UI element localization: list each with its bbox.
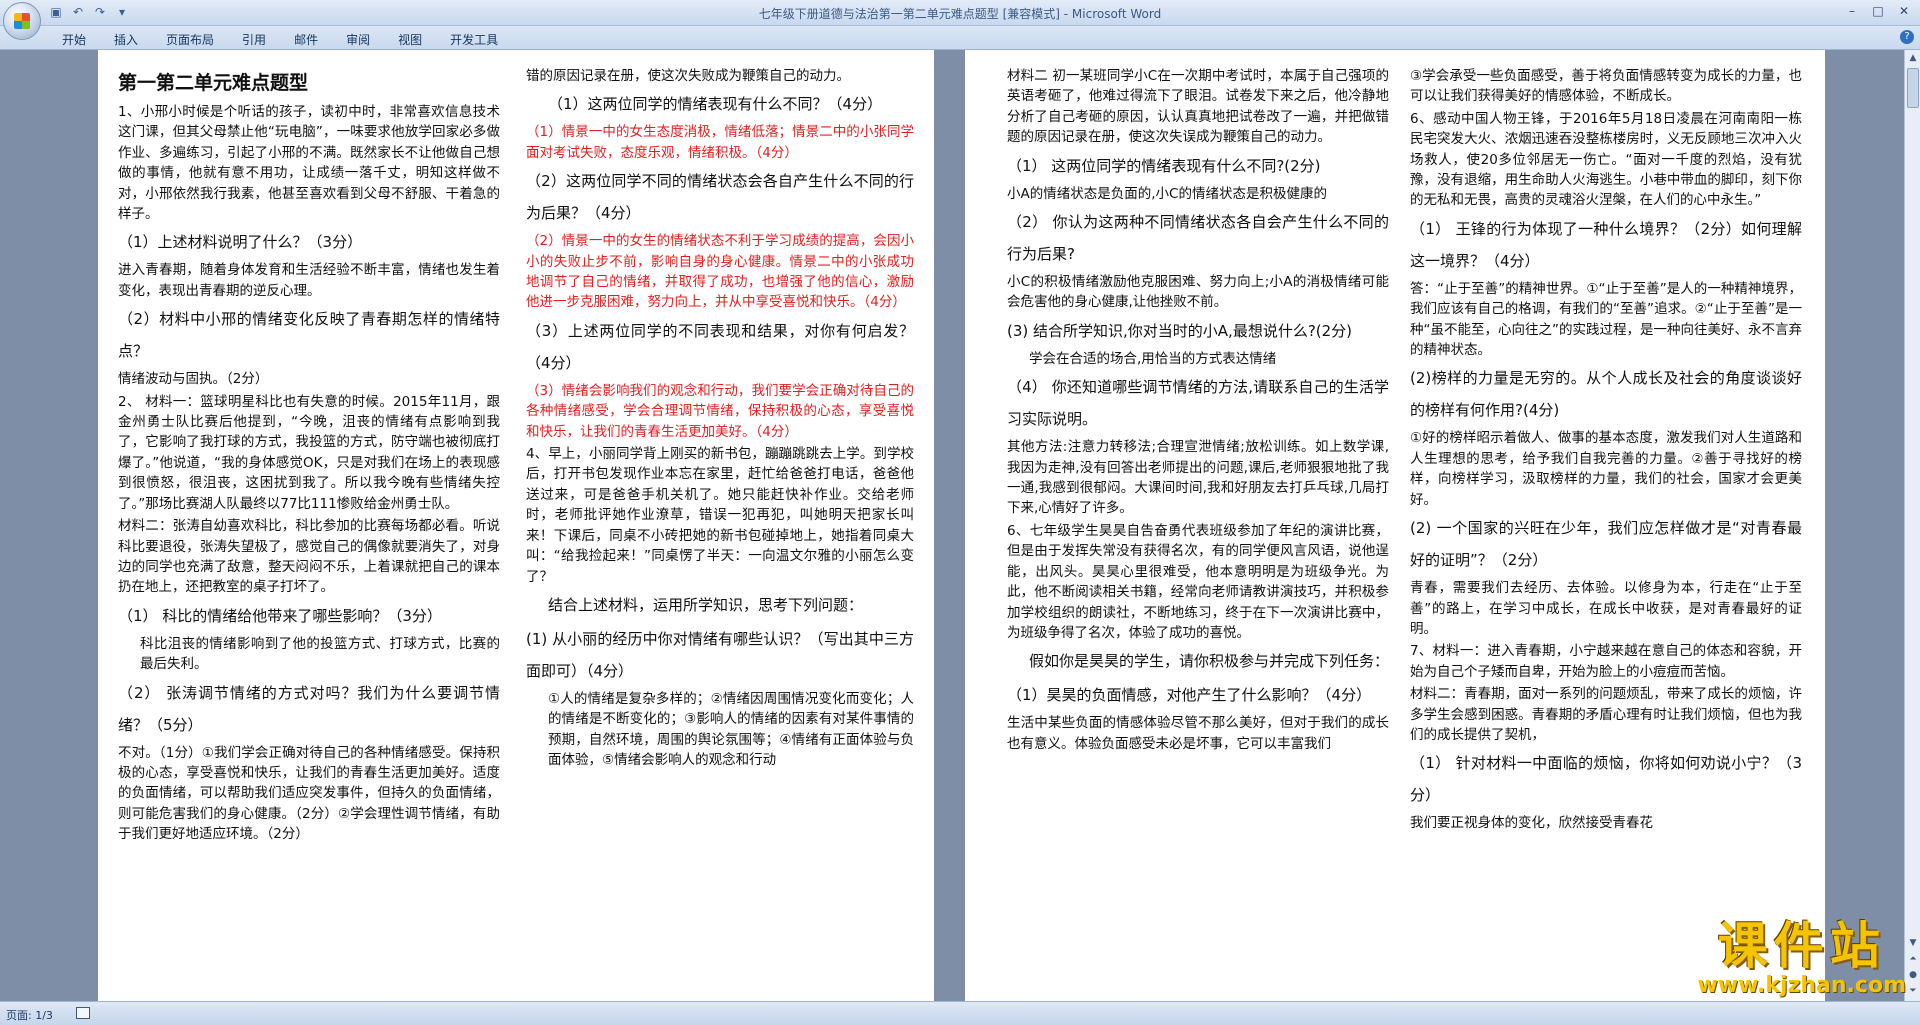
text-paragraph: 不对。（1分）①我们学会正确对待自己的各种情绪感受。保持积极的心态，享受喜悦和快… — [118, 744, 500, 843]
watermark-text: 课件站 — [1717, 917, 1886, 975]
text-paragraph: 材料二 初一某班同学小C在一次期中考试时，本属于自己强项的英语考砸了，他难过得流… — [1007, 68, 1389, 146]
text-paragraph: 4、早上，小丽同学背上刚买的新书包，蹦蹦跳跳去上学。到学校后，打开书包发现作业本… — [526, 446, 914, 585]
text-paragraph: ③学会承受一些负面感受，善于将负面情感转变为成长的力量，也可以让我们获得美好的情… — [1410, 68, 1802, 105]
watermark-url: www.kjzhan.com — [1697, 973, 1906, 998]
scroll-down-icon[interactable]: ▼ — [1905, 935, 1920, 951]
ribbon-tab[interactable]: 邮件 — [280, 29, 332, 50]
question-paragraph: 假如你是昊昊的学生，请你积极参与并完成下列任务： — [1029, 652, 1390, 671]
document-heading: 第一第二单元难点题型 — [118, 72, 309, 94]
text-paragraph: 1、小邢小时候是个听话的孩子，读初中时，非常喜欢信息技术这门课，但其父母禁止他“… — [118, 104, 500, 223]
window-title: 七年级下册道德与法治第一第二单元难点题型 [兼容模式] - Microsoft … — [758, 7, 1162, 21]
ribbon-tab-bar: 开始 插入 页面布局 引用 邮件 审阅 视图 开发工具 ? — [0, 26, 1920, 50]
next-page-icon[interactable]: ⏷ — [1905, 983, 1920, 999]
scroll-up-icon[interactable]: ▲ — [1905, 50, 1920, 66]
question-paragraph: （1） 这两位同学的情绪表现有什么不同?(2分) — [1007, 156, 1321, 175]
maximize-icon[interactable]: □ — [1866, 2, 1890, 20]
page2-column-2: ③学会承受一些负面感受，善于将负面情感转变为成长的力量，也可以让我们获得美好的情… — [1410, 66, 1802, 836]
question-paragraph: （1）这两位同学的情绪表现有什么不同？（4分） — [548, 95, 883, 114]
ribbon-tab[interactable]: 开始 — [48, 29, 100, 50]
question-paragraph: (2)榜样的力量是无穷的。从个人成长及社会的角度谈谈好的榜样有何作用?(4分) — [1410, 369, 1802, 420]
text-paragraph: 小C的积极情绪激励他克服困难、努力向上;小A的消极情绪可能会危害他的身心健康,让… — [1007, 274, 1389, 311]
vertical-scrollbar[interactable]: ▲ ▼ ⏶ ● ⏷ — [1904, 50, 1920, 1001]
text-paragraph: 青春，需要我们去经历、去体验。以修身为本，行走在“止于至善”的路上，在学习中成长… — [1410, 580, 1802, 637]
text-paragraph: 错的原因记录在册，使这次失败成为鞭策自己的动力。 — [526, 68, 850, 84]
question-paragraph: （3）上述两位同学的不同表现和结果，对你有何启发？（4分） — [526, 321, 914, 372]
question-paragraph: （2） 你认为这两种不同情绪状态各自会产生什么不同的行为后果? — [1007, 213, 1389, 264]
page1-column-2: 错的原因记录在册，使这次失败成为鞭策自己的动力。 （1）这两位同学的情绪表现有什么… — [526, 66, 914, 773]
scroll-thumb[interactable] — [1907, 68, 1919, 108]
question-paragraph: （1） 王锋的行为体现了一种什么境界？（2分）如何理解这一境界？（4分） — [1410, 219, 1802, 270]
ribbon-tab[interactable]: 开发工具 — [436, 29, 512, 50]
question-paragraph: （1）上述材料说明了什么？（3分） — [118, 233, 363, 252]
office-logo-icon — [14, 13, 30, 29]
text-paragraph: 材料二：青春期，面对一系列的问题烦乱，带来了成长的烦恼，许多学生会感到困惑。青春… — [1410, 686, 1802, 743]
ribbon-tab[interactable]: 插入 — [100, 29, 152, 50]
text-paragraph: 答：“止于至善”的精神世界。①“止于至善”是人的一种精神境界，我们应该有自己的格… — [1410, 280, 1802, 359]
page2-column-1: 材料二 初一某班同学小C在一次期中考试时，本属于自己强项的英语考砸了，他难过得流… — [1007, 66, 1389, 756]
text-paragraph: 学会在合适的场合,用恰当的方式表达情绪 — [1029, 350, 1277, 367]
question-paragraph: （4） 你还知道哪些调节情绪的方法,请联系自己的生活学习实际说明。 — [1007, 378, 1389, 429]
text-paragraph: 6、感动中国人物王锋，于2016年5月18日凌晨在河南南阳一栋民宅突发大火、浓烟… — [1410, 110, 1802, 209]
question-paragraph: （1） 科比的情绪给他带来了哪些影响？（3分） — [118, 606, 442, 625]
question-paragraph: （2） 张涛调节情绪的方式对吗？我们为什么要调节情绪？（5分） — [118, 683, 500, 734]
question-paragraph: （1）昊昊的负面情感，对他产生了什么影响？（4分） — [1007, 686, 1372, 705]
watermark: 课件站 www.kjzhan.com — [1697, 918, 1906, 998]
browse-object-icon[interactable]: ● — [1905, 967, 1920, 983]
question-paragraph: 结合上述材料，运用所学知识，思考下列问题： — [548, 595, 864, 614]
text-paragraph: ①人的情绪是复杂多样的；②情绪因周围情况变化而变化；人的情绪是不断变化的；③影响… — [548, 690, 914, 769]
ribbon-tab[interactable]: 页面布局 — [152, 29, 228, 50]
help-icon[interactable]: ? — [1900, 30, 1914, 44]
text-paragraph: 进入青春期，随着身体发育和生活经验不断丰富，情绪也发生着变化，表现出青春期的逆反… — [118, 262, 500, 299]
ribbon-tabs: 开始 插入 页面布局 引用 邮件 审阅 视图 开发工具 — [48, 29, 512, 50]
text-paragraph: 其他方法:注意力转移法;合理宣泄情绪;放松训练。如上数学课,我因为走神,没有回答… — [1007, 439, 1389, 517]
text-paragraph: 小A的情绪状态是负面的,小C的情绪状态是积极健康的 — [1007, 185, 1327, 202]
office-button[interactable] — [3, 2, 41, 40]
document-page-1: 第一第二单元难点题型 1、小邢小时候是个听话的孩子，读初中时，非常喜欢信息技术这门… — [98, 50, 934, 1001]
text-paragraph: （3）情绪会影响我们的观念和行动，我们要学会正确对待自己的各种情绪感受，学会合理… — [526, 382, 914, 440]
question-paragraph: (2) 一个国家的兴旺在少年，我们应怎样做才是“对青春最好的证明”？（2分） — [1410, 519, 1802, 570]
ribbon-tab[interactable]: 引用 — [228, 29, 280, 50]
minimize-icon[interactable]: – — [1840, 2, 1864, 20]
text-paragraph: 2、 材料一：篮球明星科比也有失意的时候。2015年11月，跟金州勇士队比赛后他… — [118, 393, 500, 512]
question-paragraph: （2）材料中小邢的情绪变化反映了青春期怎样的情绪特点？ — [118, 310, 500, 361]
document-area[interactable]: 第一第二单元难点题型 1、小邢小时候是个听话的孩子，读初中时，非常喜欢信息技术这门… — [0, 50, 1904, 1001]
text-paragraph: 生活中某些负面的情感体验尽管不那么美好，但对于我们的成长也有意义。体验负面感受未… — [1007, 715, 1389, 752]
page-indicator[interactable]: 页面: 1/3 — [6, 1007, 53, 1023]
text-paragraph: 科比沮丧的情绪影响到了他的投篮方式、打球方式，比赛的最后失利。 — [140, 635, 500, 673]
window-controls: – □ ✕ — [1840, 2, 1916, 20]
ribbon-tab[interactable]: 视图 — [384, 29, 436, 50]
question-paragraph: （2）这两位同学不同的情绪状态会各自产生什么不同的行为后果？（4分） — [526, 172, 914, 223]
text-paragraph: 7、材料一：进入青春期，小宁越来越在意自己的体态和容貌，开始为自己个子矮而自卑，… — [1410, 643, 1802, 680]
text-paragraph: （2）情景一中的女生的情绪状态不利于学习成绩的提高，会因小小的失败止步不前，影响… — [526, 233, 914, 311]
text-paragraph: 6、七年级学生昊昊自告奋勇代表班级参加了年纪的演讲比赛，但是由于发挥失常没有获得… — [1007, 522, 1389, 641]
page1-column-1: 第一第二单元难点题型 1、小邢小时候是个听话的孩子，读初中时，非常喜欢信息技术这门… — [118, 66, 500, 847]
ribbon-tab[interactable]: 审阅 — [332, 29, 384, 50]
text-paragraph: ①好的榜样昭示着做人、做事的基本态度，激发我们对人生道路和人生理想的思考，给予我… — [1410, 430, 1802, 508]
document-page-2: 材料二 初一某班同学小C在一次期中考试时，本属于自己强项的英语考砸了，他难过得流… — [965, 50, 1825, 1001]
close-icon[interactable]: ✕ — [1892, 2, 1916, 20]
proofing-icon[interactable] — [76, 1007, 90, 1019]
question-paragraph: (1) 从小丽的经历中你对情绪有哪些认识？（写出其中三方面即可）（4分） — [526, 629, 914, 680]
text-paragraph: 材料二：张涛自幼喜欢科比，科比参加的比赛每场都必看。听说科比要退役，张涛失望极了… — [118, 518, 500, 596]
question-paragraph: (3) 结合所学知识,你对当时的小A,最想说什么?(2分) — [1007, 321, 1353, 340]
title-bar: ▣ ↶ ↷ ▾ 七年级下册道德与法治第一第二单元难点题型 [兼容模式] - Mi… — [0, 0, 1920, 40]
previous-page-icon[interactable]: ⏶ — [1905, 951, 1920, 967]
status-bar: 页面: 1/3 — [0, 1001, 1920, 1025]
scroll-nav-buttons: ▼ ⏶ ● ⏷ — [1905, 935, 1920, 999]
question-paragraph: （1） 针对材料一中面临的烦恼，你将如何劝说小宁？（3分） — [1410, 754, 1802, 805]
text-paragraph: 我们要正视身体的变化，欣然接受青春花 — [1410, 815, 1653, 832]
text-paragraph: （1）情景一中的女生态度消极，情绪低落；情景二中的小张同学面对考试失败，态度乐观… — [526, 124, 914, 161]
text-paragraph: 情绪波动与固执。（2分） — [118, 371, 269, 388]
